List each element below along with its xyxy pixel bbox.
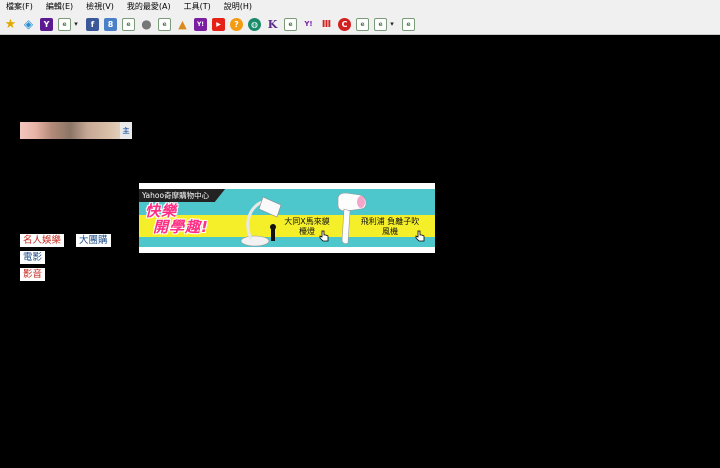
yahoo-icon[interactable]: Y! [194, 17, 207, 31]
page-icon[interactable]: e [58, 17, 71, 31]
menu-tools[interactable]: 工具(T) [184, 0, 211, 14]
page-icon[interactable]: e [356, 17, 369, 31]
product-2-brand: 飛利浦 [360, 217, 385, 226]
page-icon[interactable]: e [374, 17, 387, 31]
link-celebrity-entertainment[interactable]: 名人娛樂 [20, 234, 65, 247]
menu-edit[interactable]: 編輯(E) [46, 0, 73, 14]
hand-cursor-icon [319, 230, 329, 242]
banner-slogan: 快樂 開學趣! [145, 203, 225, 235]
bookmark-icon[interactable]: ▲ [176, 18, 189, 31]
k-icon[interactable]: K [266, 18, 279, 31]
page-icon[interactable]: e [284, 17, 297, 31]
link-movies[interactable]: 電影 [20, 251, 46, 264]
favorites-bar: ★ ◈ Y e ▾ f 8 e ● e ▲ Y! ▶ ? ◍ K e Y! Ⅲ … [0, 14, 720, 35]
menu-file[interactable]: 檔案(F) [6, 0, 33, 14]
yahoo-icon[interactable]: Y! [302, 18, 315, 31]
ad-banner[interactable]: Yahoo奇摩購物中心 快樂 開學趣! 大同X馬來貘 檯燈 飛利浦 負離子吹風機 [139, 183, 435, 253]
product-2-label: 飛利浦 負離子吹風機 [357, 217, 423, 237]
chevron-down-icon[interactable]: ▾ [72, 18, 80, 31]
hand-cursor-icon [415, 230, 425, 242]
page-icon[interactable]: e [122, 17, 135, 31]
globe-icon[interactable]: ◍ [248, 17, 261, 31]
banner-slogan-line2: 開學趣! [153, 218, 209, 236]
product-1-name: 大同X馬來貘 [284, 217, 330, 226]
banner-slogan-line1: 快樂 [145, 202, 178, 220]
link-video[interactable]: 影音 [20, 268, 46, 281]
news-icon[interactable]: Ⅲ [320, 18, 333, 31]
apple-icon[interactable]: ● [140, 17, 153, 31]
red-c-icon[interactable]: C [338, 17, 351, 31]
yahoo-y-icon[interactable]: Y [40, 17, 53, 31]
google-icon[interactable]: 8 [104, 17, 117, 31]
product-2-name: 負離子吹風機 [382, 217, 420, 236]
menu-help[interactable]: 說明(H) [224, 0, 252, 14]
search-icon[interactable]: ? [230, 17, 243, 31]
photo-thumbnail[interactable]: 主 [20, 122, 132, 139]
facebook-icon[interactable]: f [86, 17, 99, 31]
chevron-down-icon[interactable]: ▾ [388, 18, 396, 31]
link-group-buy[interactable]: 大團購 [76, 234, 111, 247]
add-favorite-icon[interactable]: ◈ [22, 17, 35, 31]
menu-favorites[interactable]: 我的最愛(A) [127, 0, 171, 14]
page-icon[interactable]: e [402, 17, 415, 31]
favorites-star-icon[interactable]: ★ [4, 17, 17, 32]
youtube-icon[interactable]: ▶ [212, 17, 225, 31]
page-icon[interactable]: e [158, 17, 171, 31]
banner-bottom-strip [139, 247, 435, 253]
menu-view[interactable]: 檢視(V) [86, 0, 114, 14]
banner-shop-tag: Yahoo奇摩購物中心 [139, 189, 226, 202]
photo-tag: 主 [120, 122, 132, 139]
menu-bar: 檔案(F) 編輯(E) 檢視(V) 我的最愛(A) 工具(T) 說明(H) [0, 0, 720, 14]
